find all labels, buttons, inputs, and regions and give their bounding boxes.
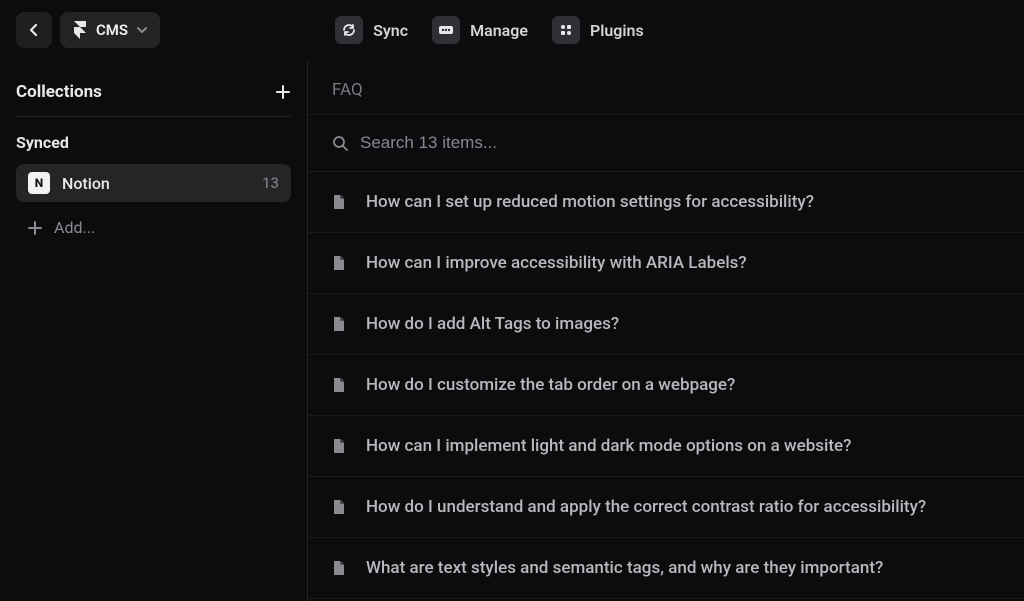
app-name: CMS: [96, 21, 128, 39]
list-item[interactable]: How can I improve accessibility with ARI…: [308, 233, 1024, 294]
search-icon: [332, 135, 348, 151]
notion-icon: N: [28, 172, 50, 194]
collections-header: Collections: [16, 76, 291, 117]
sync-icon: [335, 16, 363, 44]
tabs: Sync Manage Plugins: [335, 16, 644, 44]
plus-icon: [275, 84, 291, 100]
app-dropdown[interactable]: CMS: [60, 12, 160, 48]
item-title: How do I understand and apply the correc…: [366, 497, 926, 517]
tab-label: Sync: [373, 21, 408, 40]
item-title: How can I improve accessibility with ARI…: [366, 253, 747, 273]
framer-icon: [72, 21, 88, 39]
add-label: Add...: [54, 218, 95, 237]
list-item[interactable]: How do I understand and apply the correc…: [308, 477, 1024, 538]
list-item[interactable]: How can I set up reduced motion settings…: [308, 172, 1024, 233]
item-title: What are text styles and semantic tags, …: [366, 558, 883, 578]
item-title: How can I set up reduced motion settings…: [366, 192, 814, 212]
tab-sync[interactable]: Sync: [335, 16, 408, 44]
item-title: How can I implement light and dark mode …: [366, 436, 851, 456]
document-icon: [332, 438, 346, 454]
search-row: [308, 115, 1024, 172]
document-icon: [332, 499, 346, 515]
plugins-icon: [552, 16, 580, 44]
manage-icon: [432, 16, 460, 44]
add-source-button[interactable]: Add...: [16, 210, 291, 245]
layout: Collections Synced N Notion 13 Add... FA…: [0, 60, 1024, 601]
breadcrumb: FAQ: [308, 60, 1024, 115]
synced-title: Synced: [16, 133, 291, 152]
list-item[interactable]: How can I implement light and dark mode …: [308, 416, 1024, 477]
list-item[interactable]: What are text styles and semantic tags, …: [308, 538, 1024, 599]
document-icon: [332, 316, 346, 332]
items-list: How can I set up reduced motion settings…: [308, 172, 1024, 599]
source-count: 13: [262, 174, 279, 192]
topbar: CMS Sync Manage Plugins: [0, 0, 1024, 60]
back-button[interactable]: [16, 12, 52, 48]
source-row-notion[interactable]: N Notion 13: [16, 164, 291, 202]
plus-icon: [28, 221, 42, 235]
add-collection-button[interactable]: [275, 84, 291, 100]
tab-plugins[interactable]: Plugins: [552, 16, 644, 44]
sidebar: Collections Synced N Notion 13 Add...: [0, 60, 308, 601]
search-input[interactable]: [360, 133, 1000, 153]
tab-manage[interactable]: Manage: [432, 16, 528, 44]
tab-label: Plugins: [590, 21, 644, 40]
main: FAQ How can I set up reduced motion sett…: [308, 60, 1024, 601]
source-label: Notion: [62, 174, 262, 193]
list-item[interactable]: How do I customize the tab order on a we…: [308, 355, 1024, 416]
list-item[interactable]: How do I add Alt Tags to images?: [308, 294, 1024, 355]
document-icon: [332, 194, 346, 210]
document-icon: [332, 255, 346, 271]
document-icon: [332, 377, 346, 393]
chevron-down-icon: [136, 26, 148, 34]
collections-title: Collections: [16, 82, 102, 102]
chevron-left-icon: [29, 23, 39, 37]
document-icon: [332, 560, 346, 576]
tab-label: Manage: [470, 21, 528, 40]
item-title: How do I add Alt Tags to images?: [366, 314, 619, 334]
item-title: How do I customize the tab order on a we…: [366, 375, 735, 395]
